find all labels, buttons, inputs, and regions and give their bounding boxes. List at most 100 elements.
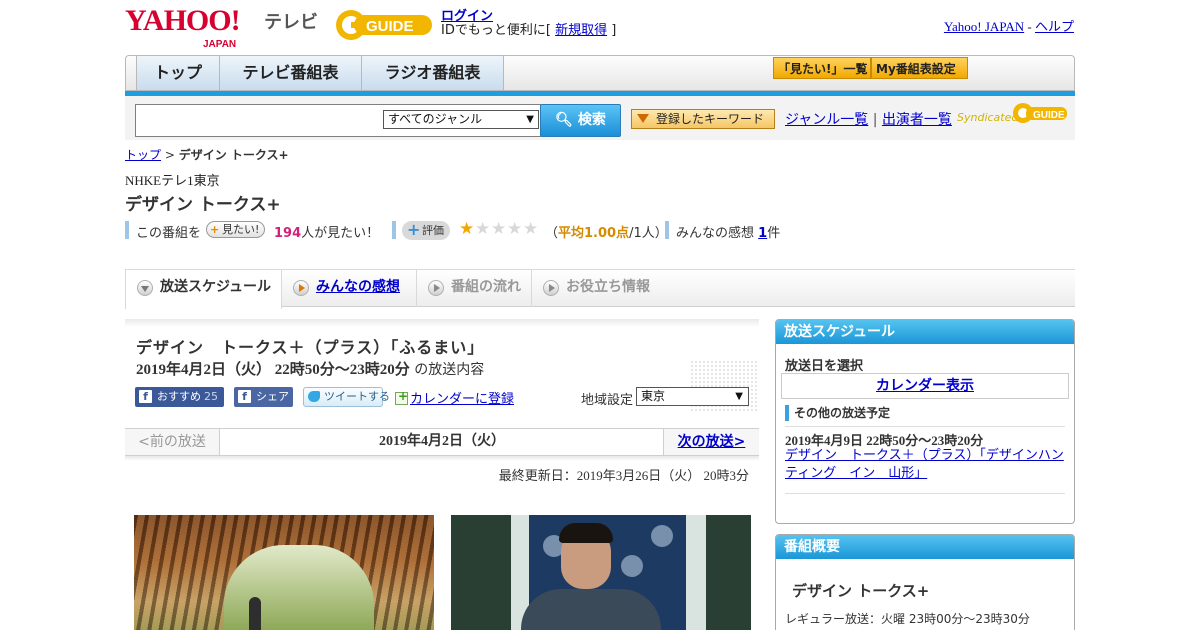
main-nav: トップ テレビ番組表 ラジオ番組表 「見たい!」一覧 My番組表設定: [125, 55, 1075, 91]
select-date-label: 放送日を選択: [785, 359, 864, 374]
fb-count: 25: [204, 390, 218, 403]
region-select-value: 東京: [641, 389, 666, 403]
tab-label: みんなの感想: [316, 279, 400, 295]
broadcast-pager: <前の放送 2019年4月2日（火） 次の放送>: [125, 428, 759, 456]
calendar-add-icon: [395, 389, 408, 405]
calendar-display-link[interactable]: カレンダー表示: [876, 378, 974, 394]
plus-icon: +: [210, 223, 220, 236]
tab-useful-info[interactable]: お役立ち情報: [532, 270, 662, 307]
facebook-icon: f: [238, 390, 251, 403]
summary-box-title: 番組概要: [776, 535, 1074, 559]
nav-tab-top[interactable]: トップ: [136, 56, 220, 90]
breadcrumb-top[interactable]: トップ: [125, 148, 161, 162]
rating-button[interactable]: + 評価: [402, 220, 450, 240]
registered-keyword-button[interactable]: 登録したキーワード: [631, 109, 775, 129]
tab-label: 放送スケジュール: [160, 279, 272, 295]
fb-recommend-label: おすすめ: [157, 390, 201, 403]
other-broadcast-link[interactable]: デザイン トークス＋（プラス）「デザインハンティング イン 山形」: [785, 447, 1065, 483]
pager-shadow: [125, 456, 759, 461]
next-broadcast-link[interactable]: 次の放送>: [663, 429, 759, 455]
tab-schedule[interactable]: 放送スケジュール: [125, 270, 282, 309]
login-sub: IDでもっと便利に[ 新規取得 ]: [441, 19, 616, 38]
divider-bar: [125, 221, 129, 239]
other-broadcasts-heading: その他の放送予定: [785, 405, 890, 421]
impressions-count-link[interactable]: 1: [758, 226, 767, 241]
yahoo-japan-link[interactable]: Yahoo! JAPAN: [944, 19, 1024, 34]
search-links: ジャンル一覧 | 出演者一覧: [785, 109, 952, 129]
mitai-prefix: この番組を: [136, 226, 202, 241]
chevron-down-icon: ▼: [735, 391, 743, 402]
tab-impressions[interactable]: みんなの感想: [282, 270, 417, 307]
channel-name: NHKEテレ1東京: [125, 173, 220, 188]
triangle-down-icon: [637, 114, 649, 123]
mitai-button[interactable]: + 見たい!: [206, 221, 266, 238]
rating-open: （: [545, 226, 559, 241]
photo-leaf: [651, 525, 673, 547]
calendar-display-button[interactable]: カレンダー表示: [781, 373, 1069, 399]
photo-foliage: [224, 545, 374, 630]
page-title: デザイン トークス+: [125, 195, 281, 215]
gguide-logo-text: GUIDE: [366, 18, 414, 35]
impressions-label: みんなの感想: [676, 226, 755, 241]
current-broadcast-date: 2019年4月2日（火）: [220, 429, 664, 455]
twitter-icon: [308, 391, 320, 402]
breadcrumb: トップ > デザイン トークス+: [125, 146, 289, 163]
facebook-share-button[interactable]: f シェア: [234, 387, 293, 407]
tweet-button[interactable]: ツイートする: [303, 387, 390, 407]
divider: [785, 426, 1065, 427]
genre-list-link[interactable]: ジャンル一覧: [785, 112, 868, 128]
link-separator: |: [872, 112, 878, 128]
calendar-register[interactable]: カレンダーに登録: [395, 388, 514, 407]
mitai-suffix: 人が見たい！: [301, 226, 380, 241]
prev-broadcast[interactable]: <前の放送: [125, 429, 220, 455]
summary-box: 番組概要 デザイン トークス+ レギュラー放送：火曜 23時00分～23時30分: [775, 534, 1075, 630]
nav-tab-tv-schedule[interactable]: テレビ番組表: [220, 56, 362, 90]
calendar-register-link[interactable]: カレンダーに登録: [410, 392, 514, 407]
performer-list-link[interactable]: 出演者一覧: [882, 112, 952, 128]
detail-header-shadow: [125, 319, 759, 327]
divider-bar: [392, 221, 396, 239]
tab-flow[interactable]: 番組の流れ: [417, 270, 532, 307]
impressions-suffix: 件: [767, 226, 781, 241]
tab-label: 番組の流れ: [451, 279, 521, 295]
play-icon: [293, 280, 309, 296]
chevron-down-icon: ▼: [526, 114, 534, 125]
genre-select[interactable]: すべてのジャンル ▼: [383, 110, 539, 129]
episode-photo-architecture: [134, 515, 434, 630]
plus-icon: +: [407, 220, 421, 239]
help-link[interactable]: ヘルプ: [1035, 19, 1074, 34]
tv-label: テレビ: [264, 12, 318, 33]
nav-tab-radio-schedule[interactable]: ラジオ番組表: [362, 56, 504, 90]
region-select[interactable]: 東京 ▼: [636, 387, 749, 406]
gguide-logo[interactable]: GUIDE: [334, 8, 434, 42]
divider-bar: [665, 221, 669, 239]
facebook-recommend-button[interactable]: f おすすめ 25: [135, 387, 224, 407]
star-icon-empty: ★: [507, 219, 523, 239]
mitai-list-button[interactable]: 「見たい!」一覧: [773, 57, 871, 79]
episode-time-suffix: の放送内容: [414, 362, 485, 378]
signup-link[interactable]: 新規取得: [555, 23, 607, 38]
yahoo-logo[interactable]: YAHOO! JAPAN: [125, 6, 241, 51]
schedule-box: 放送スケジュール 放送日を選択 カレンダー表示 その他の放送予定 2019年4月…: [775, 319, 1075, 524]
gguide-small-text: GUIDE: [1033, 110, 1065, 121]
photo-presenter-body: [521, 589, 661, 630]
summary-regular: レギュラー放送：火曜 23時00分～23時30分: [785, 612, 1030, 626]
login-sub-suffix: ]: [611, 23, 617, 38]
star-icon-filled: ★: [459, 219, 475, 239]
episode-photo-presenter: [451, 515, 751, 630]
search-button[interactable]: 🔍︎ 検索: [540, 104, 621, 137]
my-schedule-button[interactable]: My番組表設定: [871, 57, 968, 79]
breadcrumb-current: デザイン トークス+: [178, 148, 289, 162]
star-icon-empty: ★: [523, 219, 539, 239]
search-button-label: 検索: [577, 112, 606, 128]
play-icon: [428, 280, 444, 296]
gguide-small-logo: GUIDE: [1013, 103, 1067, 123]
episode-time-value: 2019年4月2日（火） 22時50分～23時20分: [136, 362, 410, 378]
fb-share-label: シェア: [256, 390, 289, 403]
tab-label: お役立ち情報: [566, 279, 650, 295]
header-links: Yahoo! JAPAN - ヘルプ: [944, 16, 1074, 35]
star-icon-empty: ★: [491, 219, 507, 239]
schedule-box-title: 放送スケジュール: [776, 320, 1074, 344]
tweet-label: ツイートする: [324, 390, 390, 403]
photo-leaf: [621, 555, 643, 577]
